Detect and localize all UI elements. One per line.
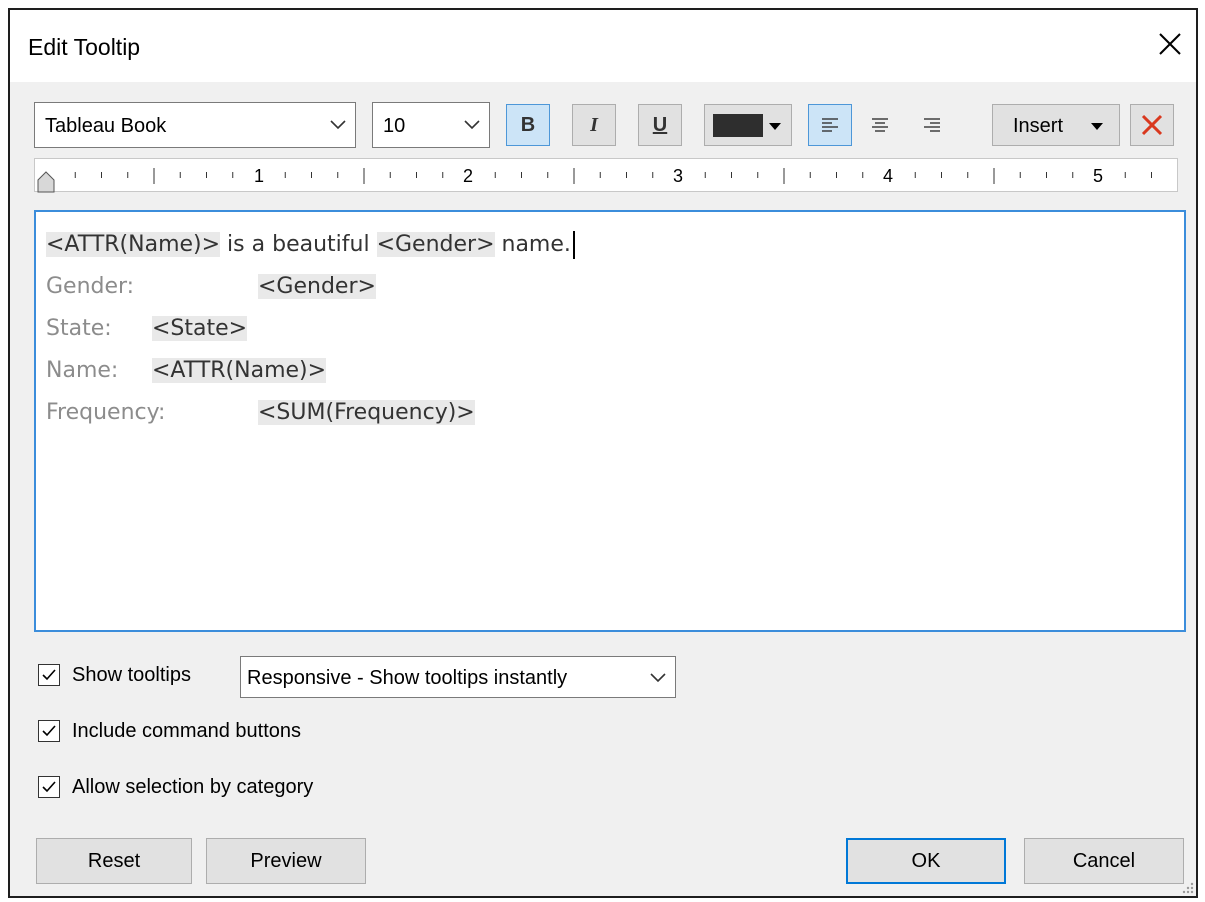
italic-button[interactable]: I <box>572 104 616 146</box>
ok-button[interactable]: OK <box>846 838 1006 884</box>
font-size-select[interactable]: 10 <box>372 102 490 148</box>
include-command-buttons-label[interactable]: Include command buttons <box>72 720 301 743</box>
field-token: <SUM(Frequency)> <box>258 400 475 425</box>
field-token: <ATTR(Name)> <box>152 358 327 383</box>
font-family-value: Tableau Book <box>45 115 167 137</box>
underline-button[interactable]: U <box>638 104 682 146</box>
editor-line: Name: <ATTR(Name)> <box>46 354 327 388</box>
editor-line: Frequency: <SUM(Frequency)> <box>46 396 475 430</box>
cancel-label: Cancel <box>1072 849 1136 872</box>
resize-grip-icon[interactable] <box>1180 880 1194 894</box>
dialog-title: Edit Tooltip <box>28 34 141 60</box>
field-token: <ATTR(Name)> <box>46 232 221 257</box>
checkmark-icon <box>42 781 56 793</box>
bold-label: B <box>520 113 536 136</box>
align-center-button[interactable] <box>858 104 902 146</box>
show-tooltips-checkbox[interactable] <box>38 664 60 686</box>
ruler-mark: 5 <box>1093 166 1104 186</box>
chevron-down-icon <box>650 673 666 683</box>
chevron-down-icon <box>464 120 480 130</box>
field-label: State: <box>46 316 112 341</box>
allow-selection-by-category-checkbox[interactable] <box>38 776 60 798</box>
static-text: name. <box>494 232 571 257</box>
static-text: is a beautiful <box>220 232 377 257</box>
bold-button[interactable]: B <box>506 104 550 146</box>
preview-label: Preview <box>250 849 322 872</box>
ruler-mark: 2 <box>463 166 474 186</box>
field-label: Gender: <box>46 274 135 299</box>
edit-tooltip-dialog: Edit Tooltip Tableau Book 10 B I U Inser… <box>8 8 1198 898</box>
allow-selection-by-category-label[interactable]: Allow selection by category <box>72 776 313 799</box>
editor-line: State: <State> <box>46 312 248 346</box>
insert-button[interactable]: Insert <box>992 104 1120 146</box>
field-token: <Gender> <box>376 232 495 257</box>
text-color-swatch <box>713 114 763 137</box>
align-right-button[interactable] <box>910 104 954 146</box>
text-color-button[interactable] <box>704 104 792 146</box>
show-tooltips-label[interactable]: Show tooltips <box>72 664 191 687</box>
insert-label: Insert <box>1013 115 1064 137</box>
preview-button[interactable]: Preview <box>206 838 366 884</box>
ok-label: OK <box>911 849 941 872</box>
indent-marker-icon[interactable] <box>37 171 55 193</box>
editor-line: <ATTR(Name)> is a beautiful <Gender> nam… <box>46 228 575 262</box>
tooltip-mode-select[interactable]: Responsive - Show tooltips instantly <box>240 656 676 698</box>
text-caret <box>572 231 575 259</box>
field-label: Name: <box>46 358 119 383</box>
align-left-icon <box>822 118 838 132</box>
ruler-ticks <box>74 168 1152 184</box>
underline-label: U <box>652 113 668 136</box>
include-command-buttons-checkbox[interactable] <box>38 720 60 742</box>
tooltip-text-editor[interactable]: <ATTR(Name)> is a beautiful <Gender> nam… <box>34 210 1186 632</box>
chevron-down-icon <box>330 120 346 130</box>
ruler-mark: 1 <box>254 166 265 186</box>
align-right-icon <box>924 118 940 132</box>
dropdown-arrow-icon <box>1091 123 1103 130</box>
tooltip-mode-value: Responsive - Show tooltips instantly <box>247 667 568 689</box>
checkmark-icon <box>42 669 56 681</box>
clear-formatting-button[interactable] <box>1130 104 1174 146</box>
font-size-value: 10 <box>383 115 406 137</box>
ruler-mark: 3 <box>673 166 684 186</box>
editor-line: Gender: <Gender> <box>46 270 376 304</box>
font-family-select[interactable]: Tableau Book <box>34 102 356 148</box>
ruler-mark: 4 <box>883 166 894 186</box>
italic-label: I <box>590 113 598 136</box>
red-x-icon <box>1141 114 1163 136</box>
align-center-icon <box>872 118 888 132</box>
title-bar: Edit Tooltip <box>10 10 1196 82</box>
field-token: <State> <box>152 316 248 341</box>
field-token: <Gender> <box>258 274 376 299</box>
align-left-button[interactable] <box>808 104 852 146</box>
close-icon[interactable] <box>1154 28 1186 60</box>
field-label: Frequency: <box>46 400 166 425</box>
dropdown-arrow-icon <box>769 123 781 130</box>
reset-button[interactable]: Reset <box>36 838 192 884</box>
ruler[interactable]: 1 2 3 4 5 <box>34 158 1178 193</box>
cancel-button[interactable]: Cancel <box>1024 838 1184 884</box>
checkmark-icon <box>42 725 56 737</box>
reset-label: Reset <box>87 849 141 872</box>
